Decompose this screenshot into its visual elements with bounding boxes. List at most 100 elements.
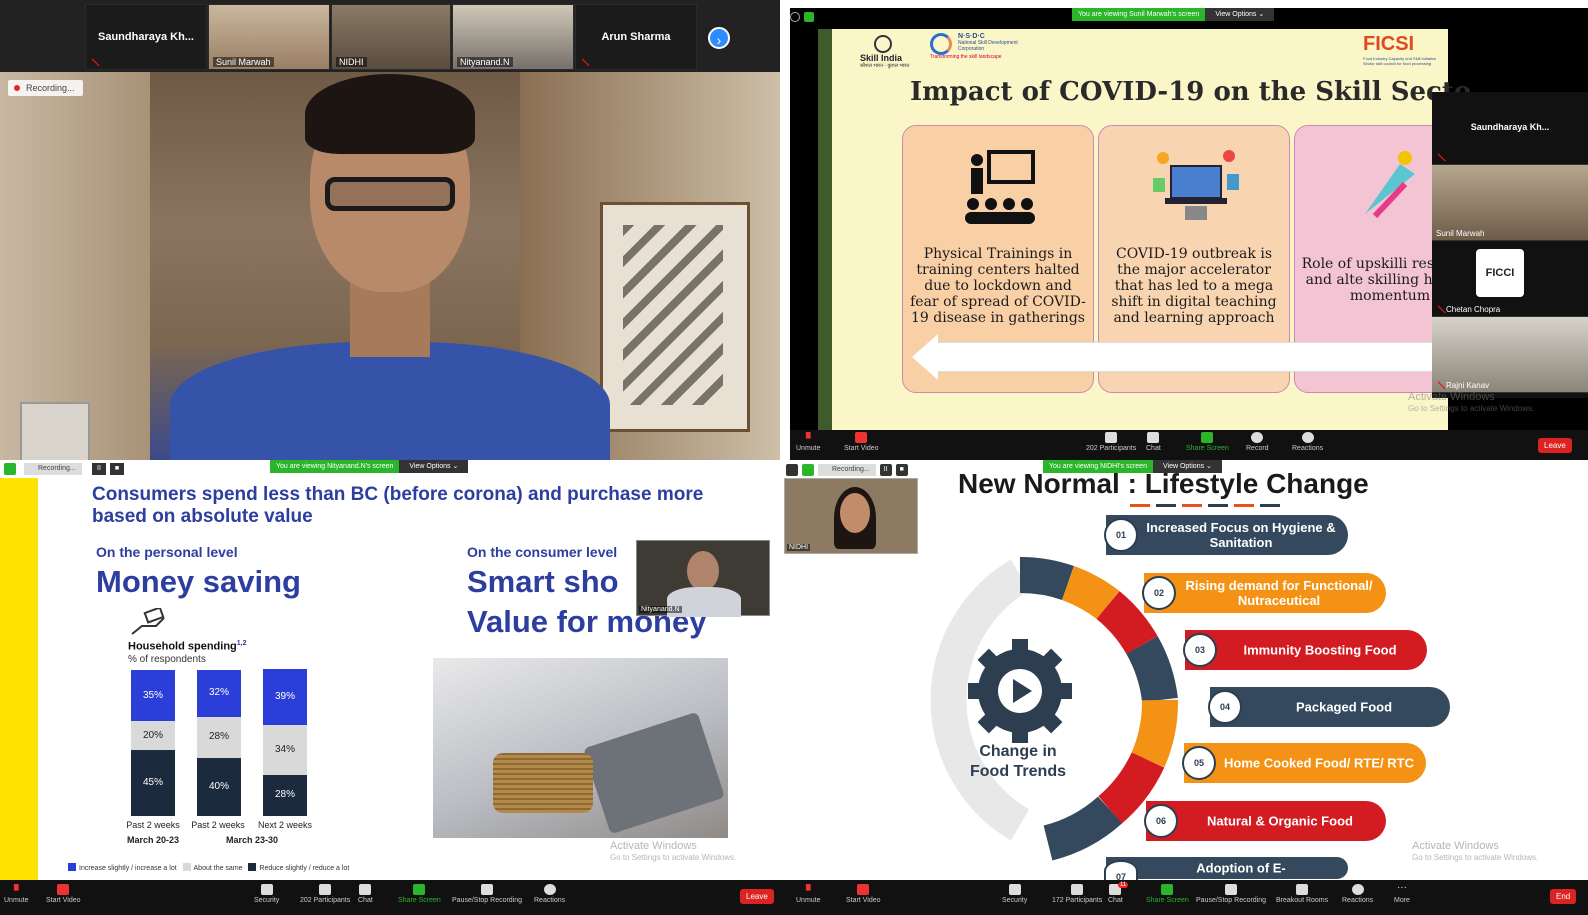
curtain-background	[600, 202, 750, 432]
unmute-button[interactable]: Unmute	[4, 884, 29, 904]
stop-recording-button[interactable]: ■	[895, 464, 908, 476]
nsdc-emblem-icon	[930, 33, 952, 55]
security-button[interactable]: Security	[1002, 884, 1027, 904]
activate-subtitle: Go to Settings to activate Windows.	[610, 853, 737, 862]
info-icon[interactable]	[786, 464, 798, 476]
mic-off-icon	[582, 58, 590, 66]
participant-tile[interactable]: Saundharaya Kh...	[85, 4, 207, 70]
trend-number: 07	[1104, 860, 1138, 882]
participants-button[interactable]: 202 Participants	[300, 884, 350, 904]
pause-recording-button[interactable]: II	[879, 464, 892, 476]
view-options-button[interactable]: View Options ⌄	[399, 460, 469, 473]
participant-tile[interactable]: NIDHI	[331, 4, 451, 70]
x-group-label: March 20-23	[126, 835, 180, 845]
info-icon[interactable]	[790, 12, 800, 22]
shield-icon	[1008, 884, 1021, 895]
unmute-button[interactable]: Unmute	[796, 884, 821, 904]
viewing-label: You are viewing Nityanand.N's screen	[270, 460, 400, 473]
participant-tile[interactable]: Rajni Kanav	[1432, 317, 1588, 393]
chat-button[interactable]: 11 Chat	[1108, 882, 1129, 904]
start-video-button[interactable]: Start Video	[846, 884, 881, 904]
shield-icon[interactable]	[802, 464, 814, 476]
trend-text: Adoption of E-	[1196, 860, 1286, 876]
pause-recording-button[interactable]: Pause/Stop Recording	[452, 884, 522, 904]
next-page-button[interactable]: ›	[708, 27, 730, 49]
reactions-button[interactable]: Reactions	[534, 884, 565, 904]
recording-indicator[interactable]: Recording...	[8, 80, 83, 96]
view-options-button[interactable]: View Options ⌄	[1205, 8, 1275, 21]
participant-tile[interactable]: Saundharaya Kh...	[1432, 92, 1588, 165]
stop-recording-button[interactable]: ■	[110, 463, 124, 475]
end-meeting-button[interactable]: End	[1550, 889, 1577, 904]
record-icon	[1251, 432, 1264, 443]
pause-recording-button[interactable]: Pause/Stop Recording	[1196, 884, 1266, 904]
x-tick-label: Next 2 weeks	[257, 820, 313, 830]
security-button[interactable]: Security	[254, 884, 279, 904]
trend-item: 04 Packaged Food	[1208, 687, 1450, 727]
x-tick-label: Past 2 weeks	[191, 820, 245, 830]
mic-off-icon	[13, 884, 19, 891]
pause-recording-button[interactable]: II	[92, 463, 106, 475]
slide-accent-bar	[818, 29, 832, 434]
chat-button[interactable]: Chat	[1146, 432, 1161, 452]
bar-segment: 45%	[131, 750, 175, 816]
shield-icon[interactable]	[804, 12, 814, 22]
trend-number: 02	[1142, 576, 1176, 610]
slide-arrow	[930, 342, 1450, 372]
participant-tile[interactable]: Sunil Marwah	[208, 4, 330, 70]
participant-tile[interactable]: NIDHI	[784, 478, 918, 554]
participant-tile[interactable]: Nityanand.N	[452, 4, 574, 70]
participants-button[interactable]: 172 Participants	[1052, 884, 1102, 904]
slide-title: New Normal : Lifestyle Change	[958, 468, 1369, 499]
chat-button[interactable]: Chat	[358, 884, 373, 904]
share-screen-button[interactable]: Share Screen	[398, 884, 441, 904]
switchboard	[20, 402, 90, 460]
chart-subtitle: % of respondents	[128, 654, 206, 665]
recording-indicator[interactable]: Recording...	[818, 464, 876, 476]
trend-text: Home Cooked Food/ RTE/ RTC	[1224, 755, 1414, 771]
participants-icon	[1071, 884, 1084, 895]
trend-text: Rising demand for Functional/ Nutraceuti…	[1185, 578, 1373, 608]
bar-segment: 40%	[197, 757, 241, 816]
bar-segment: 20%	[131, 721, 175, 751]
trend-text: Increased Focus on Hygiene & Sanitation	[1146, 520, 1336, 550]
shield-icon[interactable]	[4, 463, 16, 475]
participant-label: NIDHI	[787, 544, 811, 551]
reactions-button[interactable]: Reactions	[1342, 884, 1373, 904]
participant-tile[interactable]: Arun Sharma	[575, 4, 697, 70]
share-screen-button[interactable]: Share Screen	[1186, 432, 1229, 452]
title-underline	[1130, 504, 1280, 507]
leave-button[interactable]: Leave	[1538, 438, 1572, 453]
leave-button[interactable]: Leave	[740, 889, 774, 904]
coins-calculator-photo	[433, 658, 728, 838]
participants-count: 202	[1086, 445, 1098, 452]
activate-windows-watermark: Activate Windows Go to Settings to activ…	[610, 840, 736, 864]
mic-off-icon	[92, 58, 100, 66]
breakout-rooms-button[interactable]: Breakout Rooms	[1276, 884, 1328, 904]
participant-label: Sunil Marwah	[213, 57, 274, 67]
start-video-button[interactable]: Start Video	[844, 432, 879, 452]
nsdc-name: National Skill Development Corporation	[958, 40, 1018, 52]
nsdc-tagline: Transforming the skill landscape	[930, 54, 1002, 60]
start-video-button[interactable]: Start Video	[46, 884, 81, 904]
training-icon	[965, 150, 1035, 224]
participant-tile[interactable]: Sunil Marwah	[1432, 165, 1588, 241]
participant-tile[interactable]: FICCI Chetan Chopra	[1432, 241, 1588, 317]
trend-item: 02 Rising demand for Functional/ Nutrace…	[1142, 573, 1386, 613]
unmute-button[interactable]: Unmute	[796, 432, 821, 452]
trend-number: 06	[1144, 804, 1178, 838]
recording-indicator[interactable]: Recording...	[24, 463, 82, 475]
active-speaker-video	[0, 72, 780, 460]
x-group-label: March 23-30	[225, 835, 279, 845]
share-screen-button[interactable]: Share Screen	[1146, 884, 1189, 904]
participants-count: 202	[300, 897, 312, 904]
more-button[interactable]: ··· More	[1394, 883, 1410, 905]
participant-tile[interactable]: Nityanand.N	[636, 540, 770, 617]
participant-label: Chetan Chopra	[1446, 305, 1501, 314]
record-button[interactable]: Record	[1246, 432, 1269, 452]
trend-text: Natural & Organic Food	[1207, 813, 1353, 829]
participants-button[interactable]: 202 Participants	[1086, 432, 1136, 452]
trend-number: 03	[1183, 633, 1217, 667]
activate-title: Activate Windows	[1412, 840, 1499, 852]
reactions-button[interactable]: Reactions	[1292, 432, 1323, 452]
